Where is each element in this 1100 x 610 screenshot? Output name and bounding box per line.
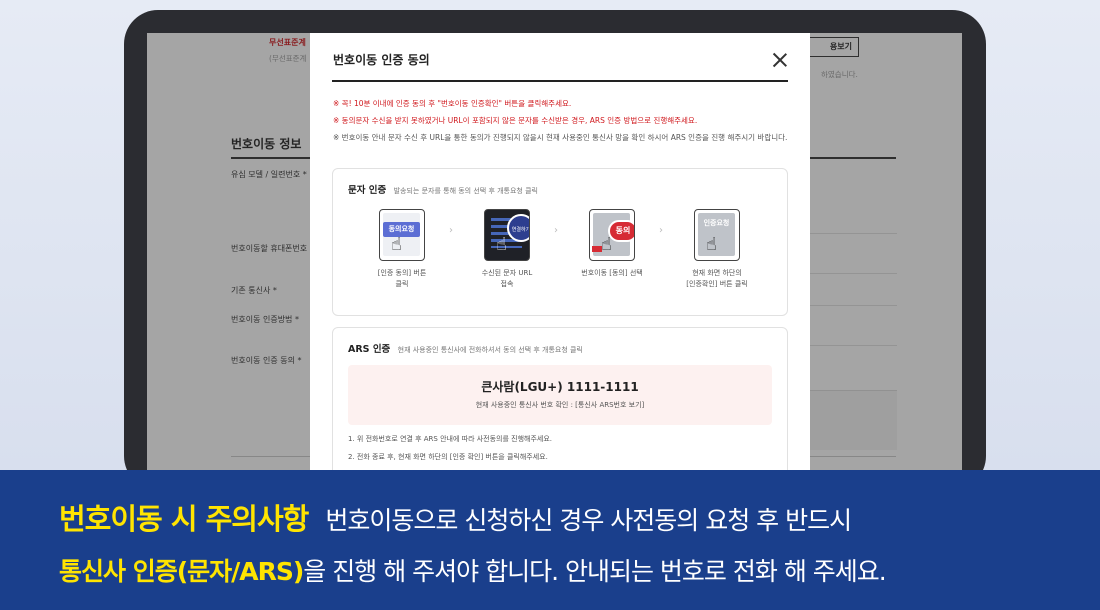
sms-auth-title-text: 문자 인증 xyxy=(348,185,387,196)
sms-step-1: 동의요청 ☝ [인증 동의] 버튼 클릭 xyxy=(352,209,452,290)
ars-step-1: 1. 위 전화번호로 연결 후 ARS 안내에 따라 사전동의를 진행해주세요. xyxy=(348,435,553,443)
banner-text-1: 번호이동으로 신청하신 경우 사전동의 요청 후 반드시 xyxy=(325,506,852,535)
pointer-hand-icon: ☝ xyxy=(496,234,507,255)
phone-illustration: 동의요청 ☝ xyxy=(379,209,425,261)
ars-auth-card: ARS 인증 현재 사용중인 통신사에 전화하셔서 동의 선택 후 개통요청 클… xyxy=(332,327,788,473)
pointer-hand-icon: ☝ xyxy=(391,234,402,255)
phone-illustration: 연결하기 ☝ xyxy=(484,209,530,261)
ars-carrier-link[interactable]: 현재 사용중인 통신사 번호 확인 : [통신사 ARS번호 보기] xyxy=(348,400,772,410)
pointer-hand-icon: ☝ xyxy=(706,234,717,255)
modal-title: 번호이동 인증 동의 xyxy=(333,53,430,67)
close-icon[interactable] xyxy=(771,51,789,69)
ars-phone-number: 큰사람(LGU+) 1111-1111 xyxy=(481,380,639,394)
notice-gray-3: ※ 번호이동 안내 문자 수신 후 URL을 통한 동의가 진행되지 않을시 현… xyxy=(333,133,788,142)
notice-red-1: ※ 꼭! 10분 이내에 인증 동의 후 "번호이동 인증확인" 버튼을 클릭해… xyxy=(333,99,572,108)
phone-auth-request-label: 인증요청 xyxy=(703,219,730,227)
step-caption: 번호이동 [동의] 선택 xyxy=(581,269,643,277)
banner-line-2: 통신사 인증(문자/ARS)을 진행 해 주셔야 합니다. 안내되는 번호로 전… xyxy=(59,552,887,588)
step-caption: 수신된 문자 URL 접속 xyxy=(481,269,533,288)
chevron-right-icon: › xyxy=(449,225,453,236)
sms-step-4: 인증요청 ☝ 현재 화면 하단의 [인증확인] 버튼 클릭 xyxy=(667,209,767,290)
phone-illustration: 인증요청 ☝ xyxy=(694,209,740,261)
banner-highlight: 통신사 인증(문자/ARS) xyxy=(59,557,304,586)
pointer-hand-icon: ☝ xyxy=(601,234,612,255)
modal-title-divider xyxy=(332,80,788,82)
phone-illustration: 동의 ☝ xyxy=(589,209,635,261)
sms-step-3: 동의 ☝ 번호이동 [동의] 선택 xyxy=(562,209,662,279)
agree-bubble: 동의 xyxy=(608,220,634,242)
sms-auth-title: 문자 인증 발송되는 문자를 통해 동의 선택 후 개통요청 클릭 xyxy=(348,182,538,196)
notice-red-2: ※ 동의문자 수신을 받지 못하였거나 URL이 포함되지 않은 문자를 수신받… xyxy=(333,116,698,125)
consent-modal: 번호이동 인증 동의 ※ 꼭! 10분 이내에 인증 동의 후 "번호이동 인증… xyxy=(310,33,810,473)
chevron-right-icon: › xyxy=(554,225,558,236)
ars-number-box: 큰사람(LGU+) 1111-1111 현재 사용중인 통신사 번호 확인 : … xyxy=(348,365,772,425)
ars-auth-desc: 현재 사용중인 통신사에 전화하셔서 동의 선택 후 개통요청 클릭 xyxy=(397,346,583,354)
banner-text-2: 을 진행 해 주셔야 합니다. 안내되는 번호로 전화 해 주세요. xyxy=(303,557,886,586)
sms-auth-card: 문자 인증 발송되는 문자를 통해 동의 선택 후 개통요청 클릭 동의요청 ☝… xyxy=(332,168,788,316)
sms-step-2: 연결하기 ☝ 수신된 문자 URL 접속 xyxy=(457,209,557,290)
ars-auth-title-text: ARS 인증 xyxy=(348,344,391,355)
banner-line-1: 번호이동 시 주의사항 번호이동으로 신청하신 경우 사전동의 요청 후 반드시 xyxy=(59,496,852,538)
chevron-right-icon: › xyxy=(659,225,663,236)
sms-auth-desc: 발송되는 문자를 통해 동의 선택 후 개통요청 클릭 xyxy=(393,187,538,195)
ars-step-2: 2. 전화 종료 후, 현재 화면 하단의 [인증 확인] 버튼을 클릭해주세요… xyxy=(348,453,548,461)
link-bubble: 연결하기 xyxy=(507,214,529,242)
banner-title: 번호이동 시 주의사항 xyxy=(59,502,309,536)
notice-banner: 번호이동 시 주의사항 번호이동으로 신청하신 경우 사전동의 요청 후 반드시… xyxy=(0,470,1100,610)
step-caption: 현재 화면 하단의 [인증확인] 버튼 클릭 xyxy=(686,269,748,288)
step-caption: [인증 동의] 버튼 클릭 xyxy=(377,269,427,288)
ars-auth-title: ARS 인증 현재 사용중인 통신사에 전화하셔서 동의 선택 후 개통요청 클… xyxy=(348,341,583,355)
